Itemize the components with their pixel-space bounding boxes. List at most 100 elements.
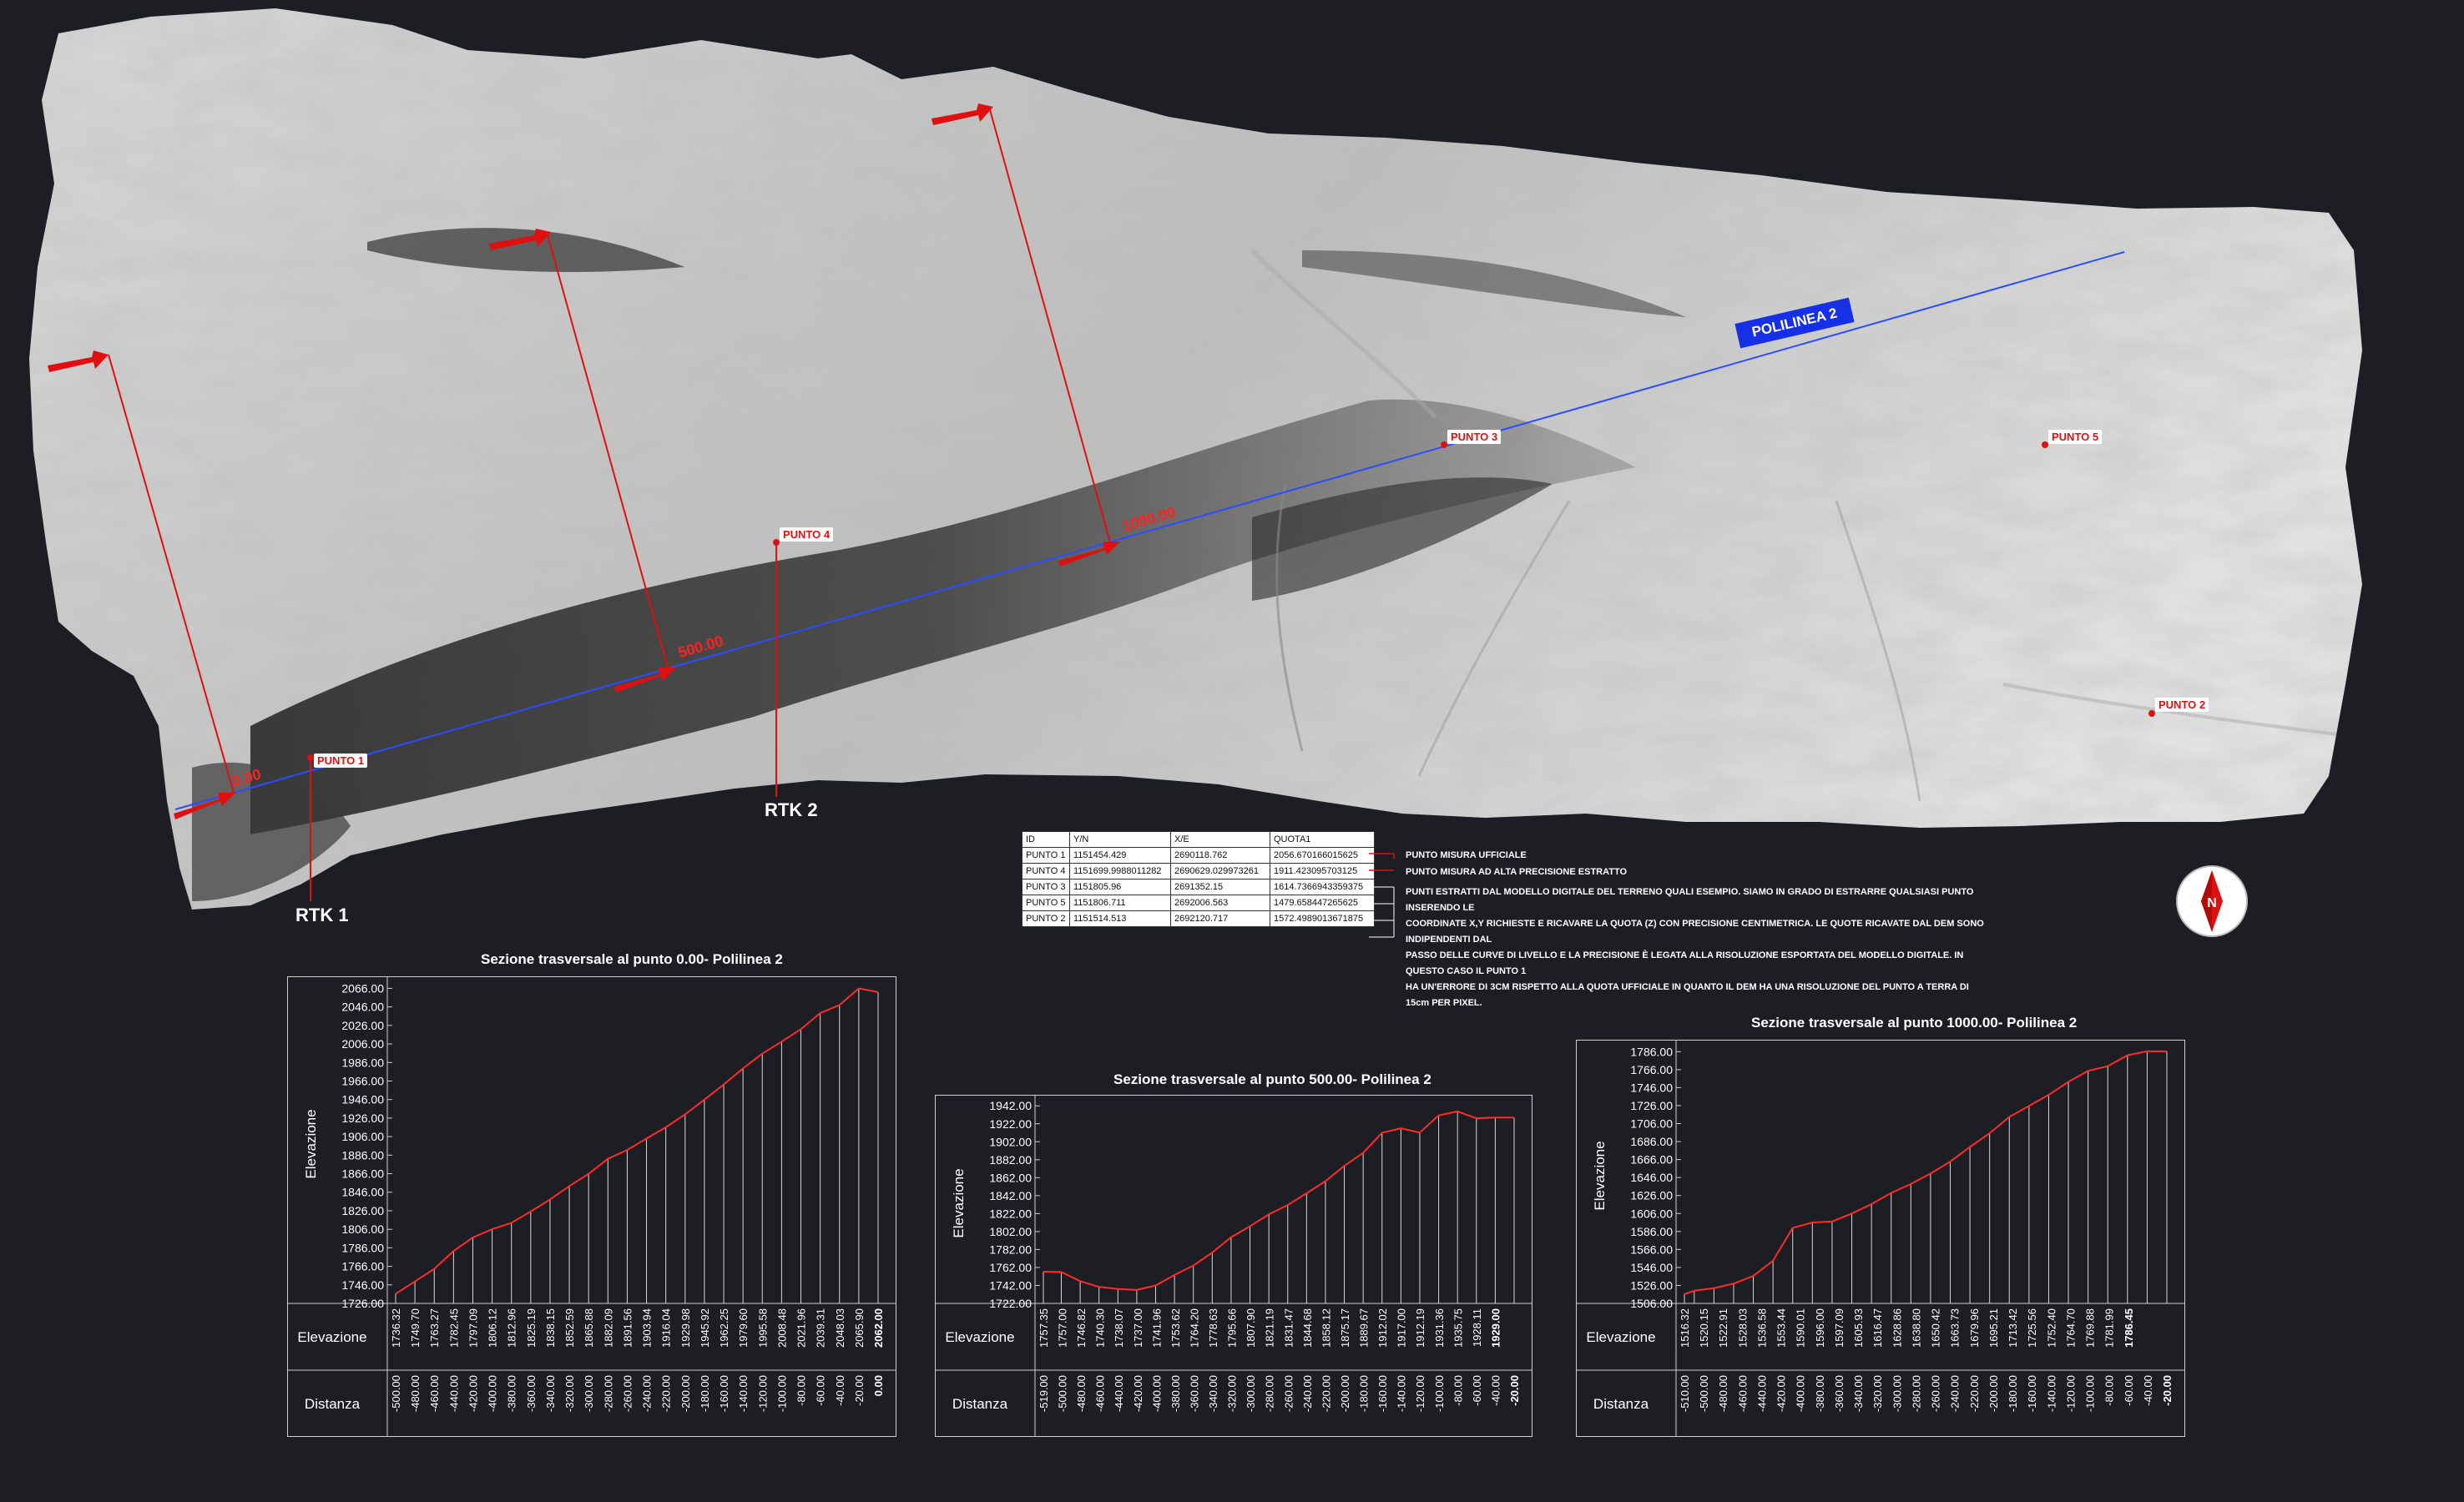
distance-label: -260.00 [1282,1375,1295,1412]
table-row: PUNTO 3 1151805.96 2691352.15 1614.73669433… [1022,879,1375,895]
table-cell: 1911.423095703125 [1270,863,1375,880]
elevation-label: 1737.00 [1132,1308,1144,1348]
elevation-label: 1763.27 [428,1308,441,1348]
chart-3-title: Sezione trasversale al punto 1000.00- Po… [1751,1015,2078,1031]
distance-label: -300.00 [1891,1375,1903,1412]
punto-1-tag: PUNTO 1 [314,754,368,768]
distance-label: -420.00 [1775,1375,1788,1412]
legend-pointers [1369,853,1395,938]
distance-label: -320.00 [1871,1375,1884,1412]
elevation-label: 1738.07 [1113,1308,1125,1348]
distance-label: -80.00 [795,1375,808,1406]
y-tick-label: 1846.00 [341,1186,384,1199]
y-tick-label: 1646.00 [1630,1171,1673,1184]
y-tick-label: 1842.00 [989,1189,1032,1202]
table-row: PUNTO 2 1151514.513 2692120.717 1572.498901… [1022,910,1375,927]
elevation-label: 1929.00 [1489,1308,1502,1348]
distance-label: -40.00 [1489,1375,1502,1406]
distance-label: -440.00 [447,1375,460,1412]
punto-4-tag: PUNTO 4 [780,527,834,542]
elevation-label: 1865.88 [583,1308,595,1348]
y-tick-label: 1966.00 [341,1074,384,1087]
elevation-label: 1831.47 [1282,1308,1295,1348]
y-tick-label: 2026.00 [341,1019,384,1032]
distance-label: -220.00 [660,1375,673,1412]
distance-label: -160.00 [1376,1375,1389,1412]
elevation-label: 1928.11 [1471,1308,1483,1347]
elevation-label: 2062.00 [872,1308,885,1348]
y-tick-label: 1506.00 [1630,1297,1673,1310]
table-cell: 1151514.513 [1069,910,1171,927]
elevation-label: 1931.36 [1433,1308,1446,1348]
distance-label: -380.00 [506,1375,518,1412]
table-cell: 2692120.717 [1170,910,1270,927]
table-header: Y/N [1069,831,1171,848]
distance-label: -360.00 [525,1375,538,1412]
distance-label: -120.00 [1414,1375,1426,1412]
y-tick-label: 1762.00 [989,1261,1032,1274]
rtk-1-label: RTK 1 [295,905,349,925]
distance-label: -80.00 [1452,1375,1464,1406]
distance-label: -510.00 [1679,1375,1691,1412]
elevation-label: 1782.45 [447,1308,460,1348]
y-tick-label: 1786.00 [1630,1045,1673,1058]
elevation-label: 1825.19 [525,1308,538,1348]
y-tick-label: 1906.00 [341,1130,384,1143]
distance-label: -300.00 [1245,1375,1257,1412]
distance-label: -420.00 [467,1375,479,1412]
distance-label: -500.00 [1698,1375,1710,1412]
distance-label: -280.00 [602,1375,614,1412]
cross-section-chart-1: Elevazione Elevazione Distanza 1722.00 1742.… [935,1095,1532,1437]
cross-section-chart-0: Elevazione Elevazione Distanza 1726.00 1746.… [287,976,896,1437]
elevation-label: 1916.04 [660,1308,673,1348]
distance-label: -180.00 [2007,1375,2019,1412]
distance-label: -20.00 [2161,1375,2174,1406]
table-cell: 2692006.563 [1170,895,1270,911]
elevation-label: 1590.01 [1795,1308,1807,1348]
elevation-label: 1516.32 [1679,1308,1691,1348]
elevation-label: 1838.15 [544,1308,557,1348]
elevation-label: 2021.96 [795,1308,808,1348]
y-tick-label: 1746.00 [1630,1081,1673,1094]
elevation-label: 1778.63 [1207,1308,1219,1348]
table-cell: PUNTO 3 [1022,879,1070,895]
y-tick-label: 1526.00 [1630,1278,1673,1292]
distance-label: -160.00 [718,1375,730,1412]
elevation-label: 1628.86 [1891,1308,1903,1348]
y-tick-label: 1722.00 [989,1297,1032,1310]
elevation-label: 1844.68 [1301,1308,1314,1348]
distance-label: -240.00 [1949,1375,1962,1412]
punto-3-tag: PUNTO 3 [1447,430,1502,444]
elevation-label: 1945.92 [699,1308,711,1348]
elevation-label: 1752.40 [2045,1308,2058,1348]
profile-line [1684,1050,2167,1295]
distance-label: -400.00 [1795,1375,1807,1412]
table-cell: 1572.4989013671875 [1270,910,1375,927]
y-tick-label: 1586.00 [1630,1225,1673,1238]
elevation-label: 1522.91 [1717,1308,1729,1348]
distance-label: -20.00 [1508,1375,1521,1406]
distance-label: -140.00 [2045,1375,2058,1412]
elevation-label: 1663.73 [1949,1308,1962,1348]
y-axis-label: Elevazione [951,1168,967,1237]
elevation-label: 1616.47 [1871,1308,1884,1348]
y-tick-label: 1926.00 [341,1111,384,1125]
elevation-label: 1807.90 [1245,1308,1257,1348]
y-tick-label: 1986.00 [341,1056,384,1069]
elevation-label: 1806.12 [487,1308,499,1348]
row-label-distanza: Distanza [305,1396,361,1412]
table-cell: PUNTO 2 [1022,910,1070,927]
elevation-label: 1882.09 [602,1308,614,1348]
legend-note-line: HA UN'ERRORE DI 3CM RISPETTO ALLA QUOTA … [1406,982,1969,1008]
distance-label: -320.00 [563,1375,576,1412]
distance-label: -100.00 [775,1375,788,1412]
distance-label: -60.00 [1471,1375,1483,1406]
elevation-label: 1650.42 [1930,1308,1942,1348]
y-tick-label: 1726.00 [341,1297,384,1310]
distance-label: -140.00 [737,1375,750,1412]
distance-label: -300.00 [583,1375,595,1412]
punto-5-tag: PUNTO 5 [2048,430,2103,444]
table-header-row: ID Y/N X/E QUOTA1 [1022,831,1375,848]
distance-label: -440.00 [1113,1375,1125,1412]
table-cell: PUNTO 1 [1022,847,1070,864]
